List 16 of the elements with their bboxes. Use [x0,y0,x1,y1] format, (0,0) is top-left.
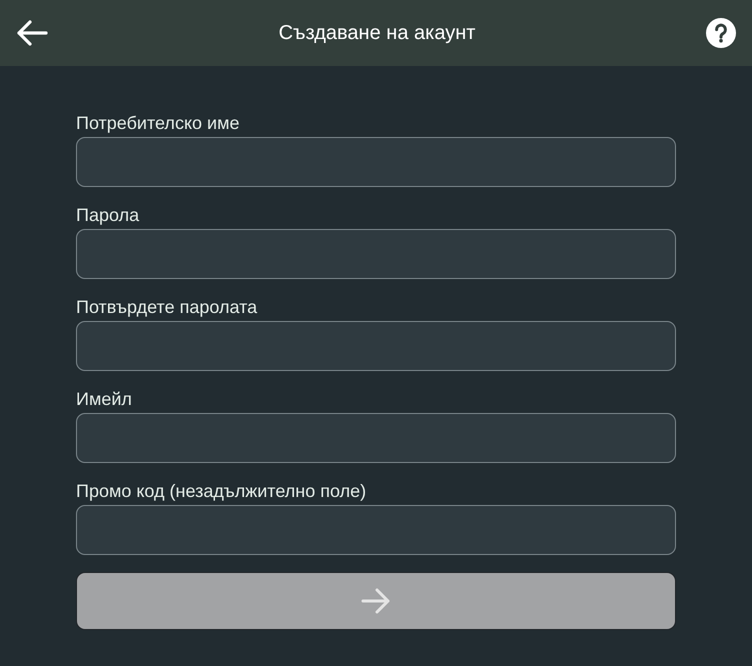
page-title: Създаване на акаунт [278,21,476,45]
field-label: Имейл [76,388,132,410]
field-label: Промо код (незадължително поле) [76,480,366,502]
help-icon [706,18,736,48]
back-button[interactable] [16,19,48,47]
right-arrow-icon [361,588,391,614]
field-label: Потребителско име [76,112,240,134]
input-field[interactable] [76,505,676,555]
back-arrow-icon [16,19,48,47]
input-field[interactable] [76,413,676,463]
input-field[interactable] [76,321,676,371]
input-field[interactable] [76,137,676,187]
field-label: Парола [76,204,140,226]
help-button[interactable] [706,18,736,48]
field-label: Потвърдете паролата [76,296,258,318]
input-field[interactable] [76,229,676,279]
